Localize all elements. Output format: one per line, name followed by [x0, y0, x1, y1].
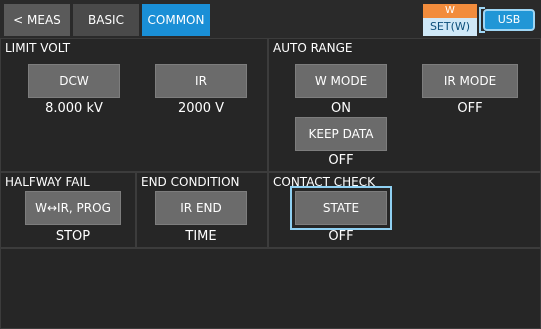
- mode-indicator-top: W: [423, 4, 477, 18]
- halfway-fail-title: HALFWAY FAIL: [5, 175, 90, 189]
- contact-check-panel: CONTACT CHECK STATE OFF: [268, 172, 541, 248]
- ir-value: 2000 V: [177, 101, 225, 116]
- usb-indicator: USB: [483, 9, 535, 31]
- limit-volt-panel: LIMIT VOLT DCW 8.000 kV IR 2000 V: [0, 38, 268, 172]
- contact-check-title: CONTACT CHECK: [273, 175, 375, 189]
- tab-basic[interactable]: BASIC: [73, 4, 139, 36]
- state-button[interactable]: STATE: [290, 186, 392, 230]
- ir-mode-value: OFF: [457, 101, 483, 116]
- tab-meas[interactable]: < MEAS: [4, 4, 70, 36]
- auto-range-title: AUTO RANGE: [273, 41, 353, 55]
- ir-button[interactable]: IR: [155, 64, 247, 98]
- ir-mode-button[interactable]: IR MODE: [422, 64, 518, 98]
- w-mode-button[interactable]: W MODE: [295, 64, 387, 98]
- end-condition-panel: END CONDITION IR END TIME: [136, 172, 268, 248]
- end-condition-value: TIME: [185, 229, 217, 244]
- dcw-button[interactable]: DCW: [28, 64, 120, 98]
- halfway-fail-panel: HALFWAY FAIL W↔IR, PROG STOP: [0, 172, 136, 248]
- halfway-fail-value: STOP: [55, 229, 91, 244]
- w-mode-value: ON: [331, 101, 351, 116]
- dcw-value: 8.000 kV: [45, 101, 103, 116]
- auto-range-panel: AUTO RANGE W MODE ON IR MODE OFF KEEP DA…: [268, 38, 541, 172]
- mode-indicator-bottom: SET(W): [423, 18, 477, 36]
- keep-data-button[interactable]: KEEP DATA: [295, 117, 387, 151]
- tab-common[interactable]: COMMON: [142, 4, 210, 36]
- halfway-fail-button[interactable]: W↔IR, PROG: [25, 191, 121, 225]
- keep-data-value: OFF: [328, 153, 354, 168]
- screen: < MEAS BASIC COMMON W SET(W) USB LIMIT V…: [0, 0, 541, 329]
- top-bar: < MEAS BASIC COMMON W SET(W) USB: [0, 0, 541, 38]
- limit-volt-title: LIMIT VOLT: [5, 41, 71, 55]
- ir-end-button[interactable]: IR END: [155, 191, 247, 225]
- empty-panel: [0, 248, 541, 329]
- end-condition-title: END CONDITION: [141, 175, 240, 189]
- contact-check-value: OFF: [328, 229, 354, 244]
- mode-indicator: W SET(W): [423, 4, 477, 36]
